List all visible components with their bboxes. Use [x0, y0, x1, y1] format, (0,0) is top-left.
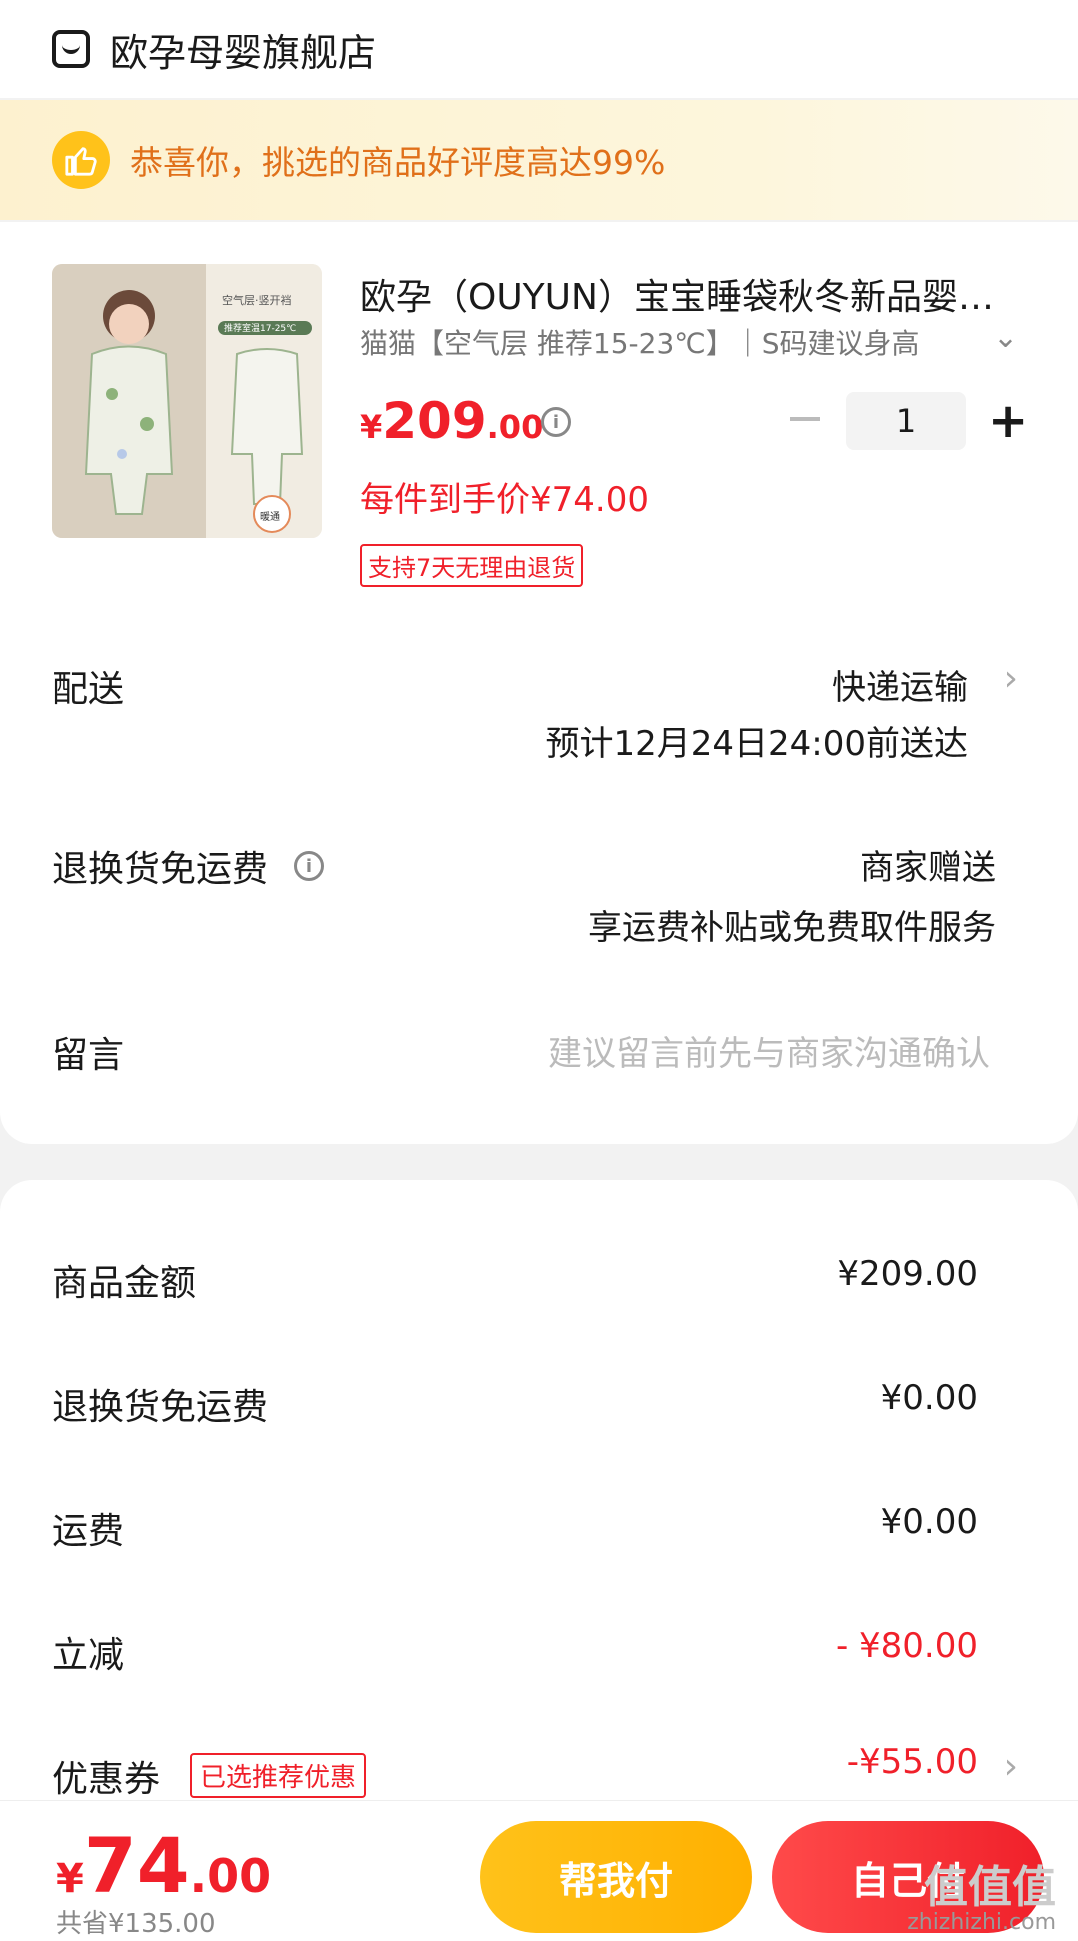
summary-value-coupon[interactable]: -¥55.00 [847, 1742, 978, 1782]
product-image[interactable]: 空气层·竖开裆 推荐室温17-25℃ 暖通 [52, 264, 322, 538]
image-tag-2: 推荐室温17-25℃ [224, 324, 297, 334]
price-decimal: .00 [486, 408, 544, 446]
info-icon[interactable]: i [541, 407, 571, 437]
image-tag-1: 空气层·竖开裆 [222, 294, 292, 307]
return-freight-desc: 享运费补贴或免费取件服务 [588, 908, 996, 948]
summary-value-discount: - ¥80.00 [835, 1626, 978, 1666]
chevron-right-icon[interactable]: › [1004, 658, 1018, 699]
info-icon[interactable]: i [294, 851, 325, 881]
image-tag-3: 暖通 [260, 512, 280, 523]
watermark-logo: 值值值 [924, 1862, 1056, 1913]
total-currency: ¥ [56, 1856, 84, 1902]
product-price: ¥ 209 .00 [360, 392, 543, 450]
store-icon [52, 30, 90, 68]
delivery-label: 配送 [52, 669, 125, 710]
return-freight-row: 退换货免运费 i [52, 840, 325, 892]
delivery-method[interactable]: 快递运输 [832, 660, 968, 709]
checkout-bar: ¥ 74 .00 共省¥135.00 帮我付 自己付 值值值 zhizhizhi… [0, 1800, 1078, 1941]
summary-value-goods: ¥209.00 [837, 1254, 978, 1294]
product-spec[interactable]: 猫猫【空气层 推荐15-23℃】｜S码建议身高 [360, 322, 940, 362]
return-policy-badge: 支持7天无理由退货 [360, 544, 584, 587]
coupon-badge[interactable]: 已选推荐优惠 [190, 1753, 367, 1798]
summary-label-shipping: 运费 [52, 1511, 125, 1552]
delivery-eta: 预计12月24日24:00前送达 [545, 724, 968, 764]
final-price: 每件到手价¥74.00 [360, 480, 649, 520]
thumbs-up-icon [52, 131, 110, 189]
help-pay-button[interactable]: 帮我付 [480, 1821, 752, 1933]
quantity-increase-button[interactable]: + [988, 397, 1028, 445]
banner-text: 恭喜你，挑选的商品好评度高达99% [130, 143, 666, 182]
summary-value-return-freight: ¥0.00 [880, 1378, 978, 1418]
return-freight-value: 商家赠送 [860, 848, 996, 888]
total-integer: 74 [83, 1821, 190, 1910]
message-label: 留言 [52, 1035, 125, 1076]
watermark: 值值值 zhizhizhi.com [907, 1862, 1056, 1936]
shop-header[interactable]: 欧孕母婴旗舰店 [0, 0, 1078, 98]
price-currency: ¥ [360, 408, 383, 446]
return-freight-label: 退换货免运费 [52, 849, 269, 890]
praise-banner: 恭喜你，挑选的商品好评度高达99% [0, 100, 1078, 220]
order-card: 空气层·竖开裆 推荐室温17-25℃ 暖通 欧孕（OUYUN）宝宝睡袋秋冬新品婴… [0, 222, 1078, 1144]
total-price: ¥ 74 .00 [56, 1821, 271, 1910]
message-input[interactable]: 建议留言前先与商家沟通确认 [548, 1026, 990, 1075]
quantity-decrease-button[interactable] [790, 417, 820, 421]
price-integer: 209 [382, 392, 487, 450]
summary-label-return-freight: 退换货免运费 [52, 1387, 269, 1428]
quantity-field[interactable]: 1 [846, 392, 966, 450]
summary-label-discount: 立减 [52, 1635, 125, 1676]
shop-name[interactable]: 欧孕母婴旗舰店 [110, 22, 376, 77]
summary-label-goods: 商品金额 [52, 1263, 197, 1304]
summary-label-coupon[interactable]: 优惠券 [52, 1750, 160, 1802]
chevron-right-icon[interactable]: › [1004, 1746, 1018, 1787]
saved-amount: 共省¥135.00 [56, 1909, 216, 1939]
watermark-url: zhizhizhi.com [907, 1910, 1056, 1935]
chevron-down-icon[interactable]: ⌄ [993, 320, 1018, 355]
summary-value-shipping: ¥0.00 [880, 1502, 978, 1542]
product-title[interactable]: 欧孕（OUYUN）宝宝睡袋秋冬新品婴儿睡袋分腿式 [360, 268, 1020, 320]
total-decimal: .00 [189, 1849, 272, 1903]
